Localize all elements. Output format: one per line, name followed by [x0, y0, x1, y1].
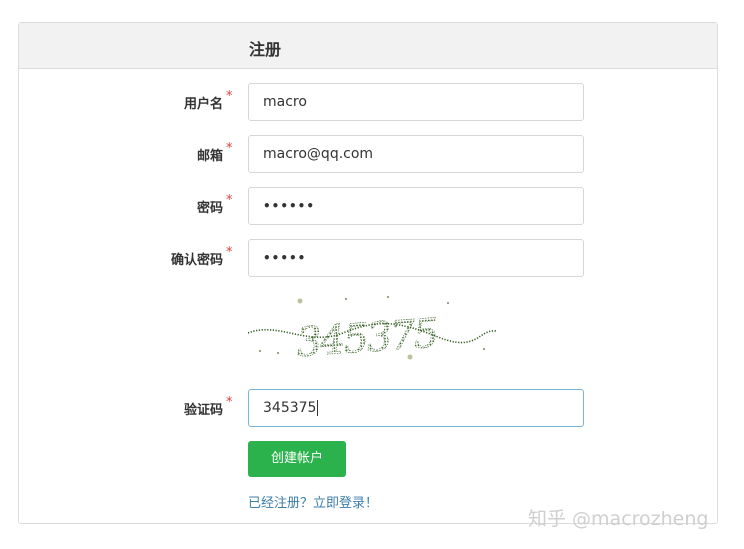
- captcha-text: 345375: [295, 310, 439, 365]
- username-input[interactable]: macro: [248, 83, 584, 121]
- watermark: 知乎 @macrozheng: [528, 508, 709, 530]
- username-label: 用户名: [183, 97, 223, 112]
- captcha-required-mark: *: [226, 395, 233, 410]
- captcha-image[interactable]: 345375: [248, 293, 496, 365]
- email-required-mark: *: [226, 141, 233, 156]
- password-required-mark: *: [226, 193, 233, 208]
- captcha-label: 验证码: [183, 403, 223, 418]
- register-panel: 注册 用户名 * macro 邮箱 * macro@qq.com 密码 * ••…: [18, 22, 718, 524]
- confirm-password-label: 确认密码: [170, 253, 223, 268]
- login-link[interactable]: 已经注册？立即登录！: [248, 492, 378, 511]
- username-required-mark: *: [226, 89, 233, 104]
- email-label: 邮箱: [196, 149, 223, 164]
- confirm-password-required-mark: *: [226, 245, 233, 260]
- password-input[interactable]: ••••••: [248, 187, 584, 225]
- text-caret: [317, 400, 319, 416]
- create-account-button[interactable]: 创建帐户: [248, 441, 346, 477]
- confirm-password-input[interactable]: •••••: [248, 239, 584, 277]
- password-label: 密码: [196, 201, 223, 216]
- captcha-input[interactable]: 345375: [248, 389, 584, 427]
- panel-header: 注册: [19, 23, 717, 69]
- captcha-input-value: 345375: [263, 400, 317, 416]
- page-title: 注册: [249, 40, 282, 59]
- email-input[interactable]: macro@qq.com: [248, 135, 584, 173]
